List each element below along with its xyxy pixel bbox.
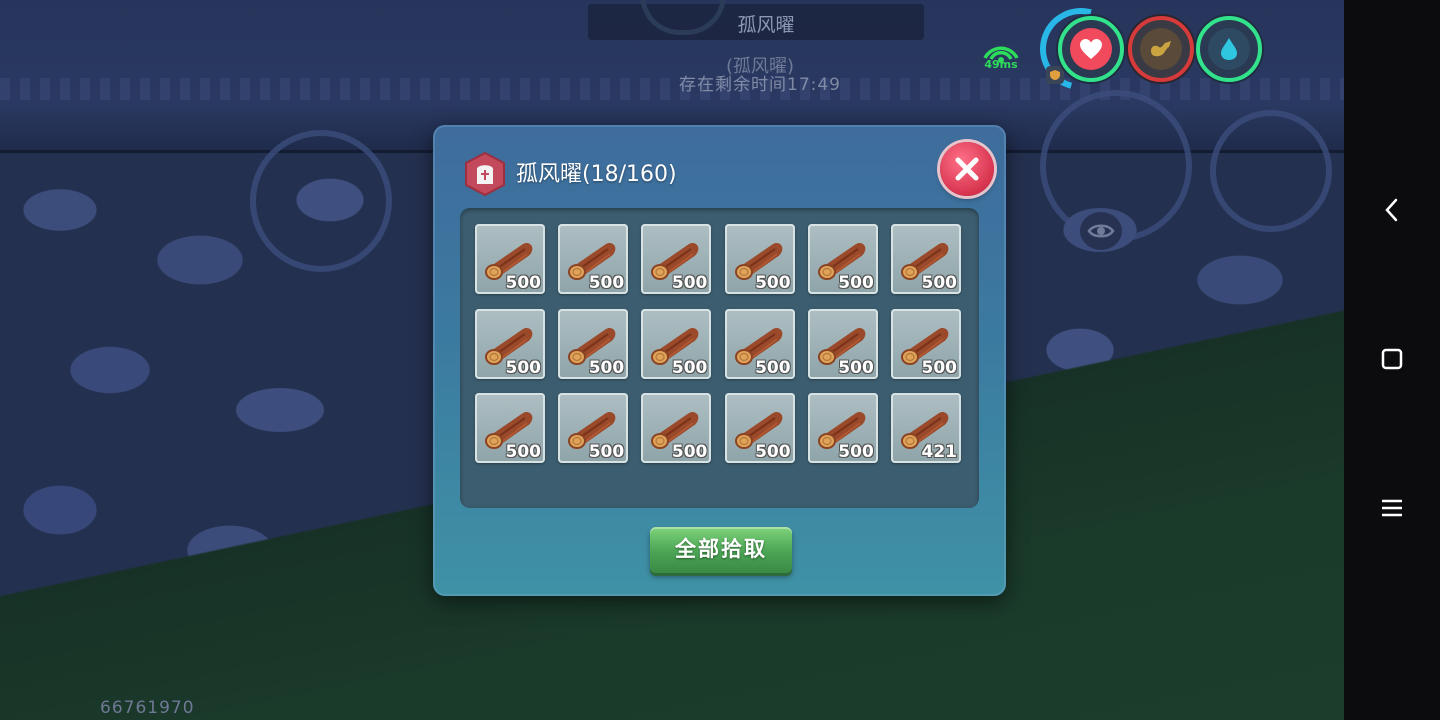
item-quantity: 500 bbox=[505, 273, 542, 293]
water-gauge[interactable] bbox=[1196, 16, 1262, 82]
item-quantity: 421 bbox=[921, 442, 958, 462]
item-quantity: 500 bbox=[588, 273, 625, 293]
item-quantity: 500 bbox=[505, 442, 542, 462]
chevron-left-icon bbox=[1385, 198, 1398, 222]
hunger-gauge[interactable] bbox=[1128, 16, 1194, 82]
item-quantity: 500 bbox=[671, 442, 708, 462]
loot-slot[interactable]: 500 bbox=[475, 393, 545, 463]
home-button[interactable] bbox=[1370, 337, 1414, 381]
loot-panel-title: 孤风曜(18/160) bbox=[516, 162, 677, 187]
water-drop-icon bbox=[1221, 38, 1237, 60]
close-button[interactable] bbox=[940, 142, 994, 196]
loot-slot[interactable]: 500 bbox=[558, 393, 629, 463]
close-icon bbox=[955, 157, 979, 181]
loot-slot[interactable]: 500 bbox=[724, 393, 795, 463]
gravestone-icon bbox=[465, 151, 505, 197]
remaining-time: 存在剩余时间17:49 bbox=[679, 75, 841, 95]
item-quantity: 500 bbox=[838, 273, 874, 293]
loot-slot[interactable]: 500 bbox=[641, 308, 712, 379]
item-quantity: 500 bbox=[505, 357, 542, 378]
loot-slot[interactable]: 500 bbox=[891, 308, 961, 379]
item-quantity: 500 bbox=[838, 442, 874, 462]
item-quantity: 500 bbox=[755, 442, 791, 462]
loot-slot[interactable]: 500 bbox=[558, 224, 629, 294]
pickup-all-button[interactable]: 全部拾取 bbox=[650, 527, 792, 573]
item-quantity: 500 bbox=[755, 357, 791, 378]
armor-shield-icon bbox=[1046, 66, 1064, 84]
loot-slot[interactable]: 500 bbox=[891, 224, 961, 294]
item-quantity: 500 bbox=[671, 273, 708, 293]
item-quantity: 500 bbox=[921, 273, 958, 293]
target-name-bar: 孤风曜 bbox=[588, 0, 924, 40]
menu-button[interactable] bbox=[1370, 486, 1414, 530]
item-quantity: 500 bbox=[588, 442, 625, 462]
loot-slot[interactable]: 500 bbox=[807, 224, 878, 294]
heart-icon bbox=[1080, 39, 1102, 59]
loot-slot[interactable]: 500 bbox=[475, 308, 545, 379]
item-quantity: 500 bbox=[671, 357, 708, 378]
item-quantity: 500 bbox=[588, 357, 625, 378]
loot-slot[interactable]: 500 bbox=[807, 308, 878, 379]
item-quantity: 500 bbox=[755, 273, 791, 293]
hamburger-menu-icon bbox=[1382, 499, 1402, 517]
back-button[interactable] bbox=[1370, 188, 1414, 232]
health-gauge[interactable] bbox=[1058, 16, 1124, 82]
loot-slot[interactable]: 500 bbox=[807, 393, 878, 463]
loot-slot[interactable]: 500 bbox=[641, 393, 712, 463]
item-quantity: 500 bbox=[921, 357, 958, 378]
loot-slot[interactable]: 500 bbox=[641, 224, 712, 294]
player-id: 66761970 bbox=[100, 698, 195, 718]
stomach-icon bbox=[1151, 41, 1171, 57]
square-icon bbox=[1381, 348, 1403, 370]
loot-slot[interactable]: 421 bbox=[891, 393, 961, 463]
loot-slot[interactable]: 500 bbox=[724, 308, 795, 379]
eye-icon[interactable] bbox=[1080, 212, 1122, 250]
item-quantity: 500 bbox=[838, 357, 874, 378]
loot-slot[interactable]: 500 bbox=[558, 308, 629, 379]
target-name: 孤风曜 bbox=[737, 14, 795, 36]
ping-value: 49ms bbox=[984, 58, 1018, 71]
loot-slot[interactable]: 500 bbox=[475, 224, 545, 294]
loot-slot[interactable]: 500 bbox=[724, 224, 795, 294]
